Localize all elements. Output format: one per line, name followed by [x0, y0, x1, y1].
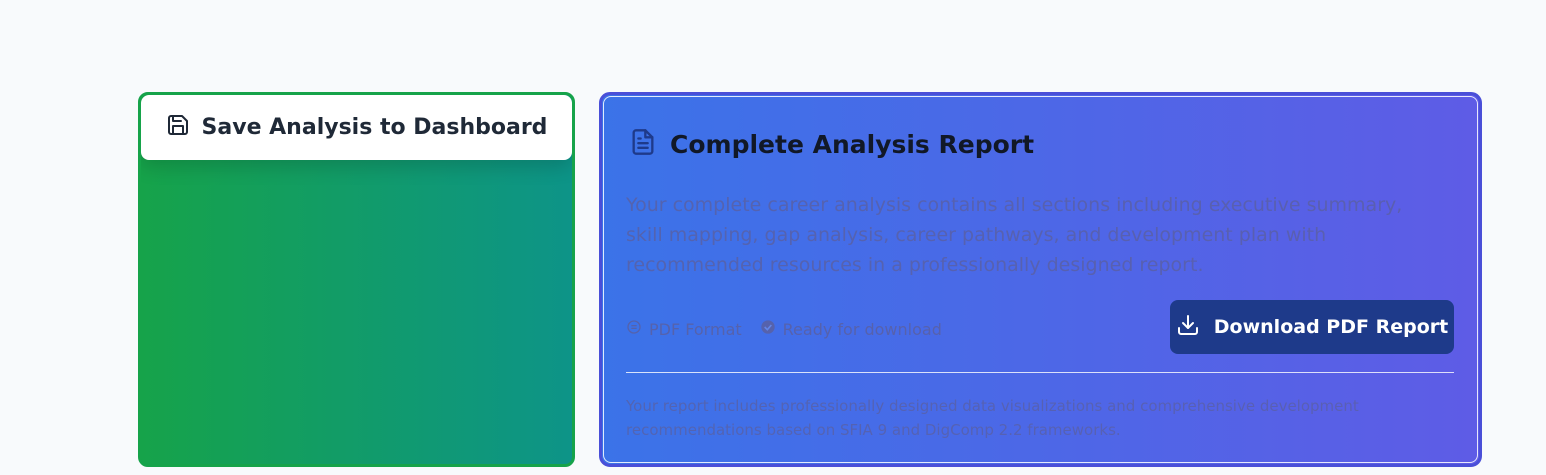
download-pdf-button-label: Download PDF Report	[1213, 316, 1449, 338]
file-format-icon	[626, 319, 642, 339]
meta-ready: Ready for download	[760, 319, 942, 339]
report-divider	[626, 372, 1454, 373]
document-icon	[629, 127, 657, 161]
download-pdf-button[interactable]: Download PDF Report	[1170, 300, 1454, 354]
report-header: Complete Analysis Report	[629, 127, 1034, 161]
save-analysis-button-label: Save Analysis to Dashboard	[201, 115, 548, 140]
report-meta: PDF Format Ready for download	[626, 319, 942, 339]
download-icon	[1176, 313, 1200, 342]
save-analysis-card: Save Analysis to Dashboard	[138, 92, 575, 467]
report-card: Complete Analysis Report Your complete c…	[599, 92, 1482, 467]
save-icon	[166, 113, 190, 143]
meta-ready-label: Ready for download	[782, 319, 942, 339]
report-title: Complete Analysis Report	[670, 129, 1035, 159]
save-analysis-button[interactable]: Save Analysis to Dashboard	[141, 95, 572, 160]
report-footer-note: Your report includes professionally desi…	[626, 397, 1359, 439]
report-description: Your complete career analysis contains a…	[626, 194, 1403, 276]
check-circle-icon	[760, 319, 776, 339]
meta-pdf-format: PDF Format	[626, 319, 742, 339]
meta-pdf-format-label: PDF Format	[649, 319, 742, 339]
